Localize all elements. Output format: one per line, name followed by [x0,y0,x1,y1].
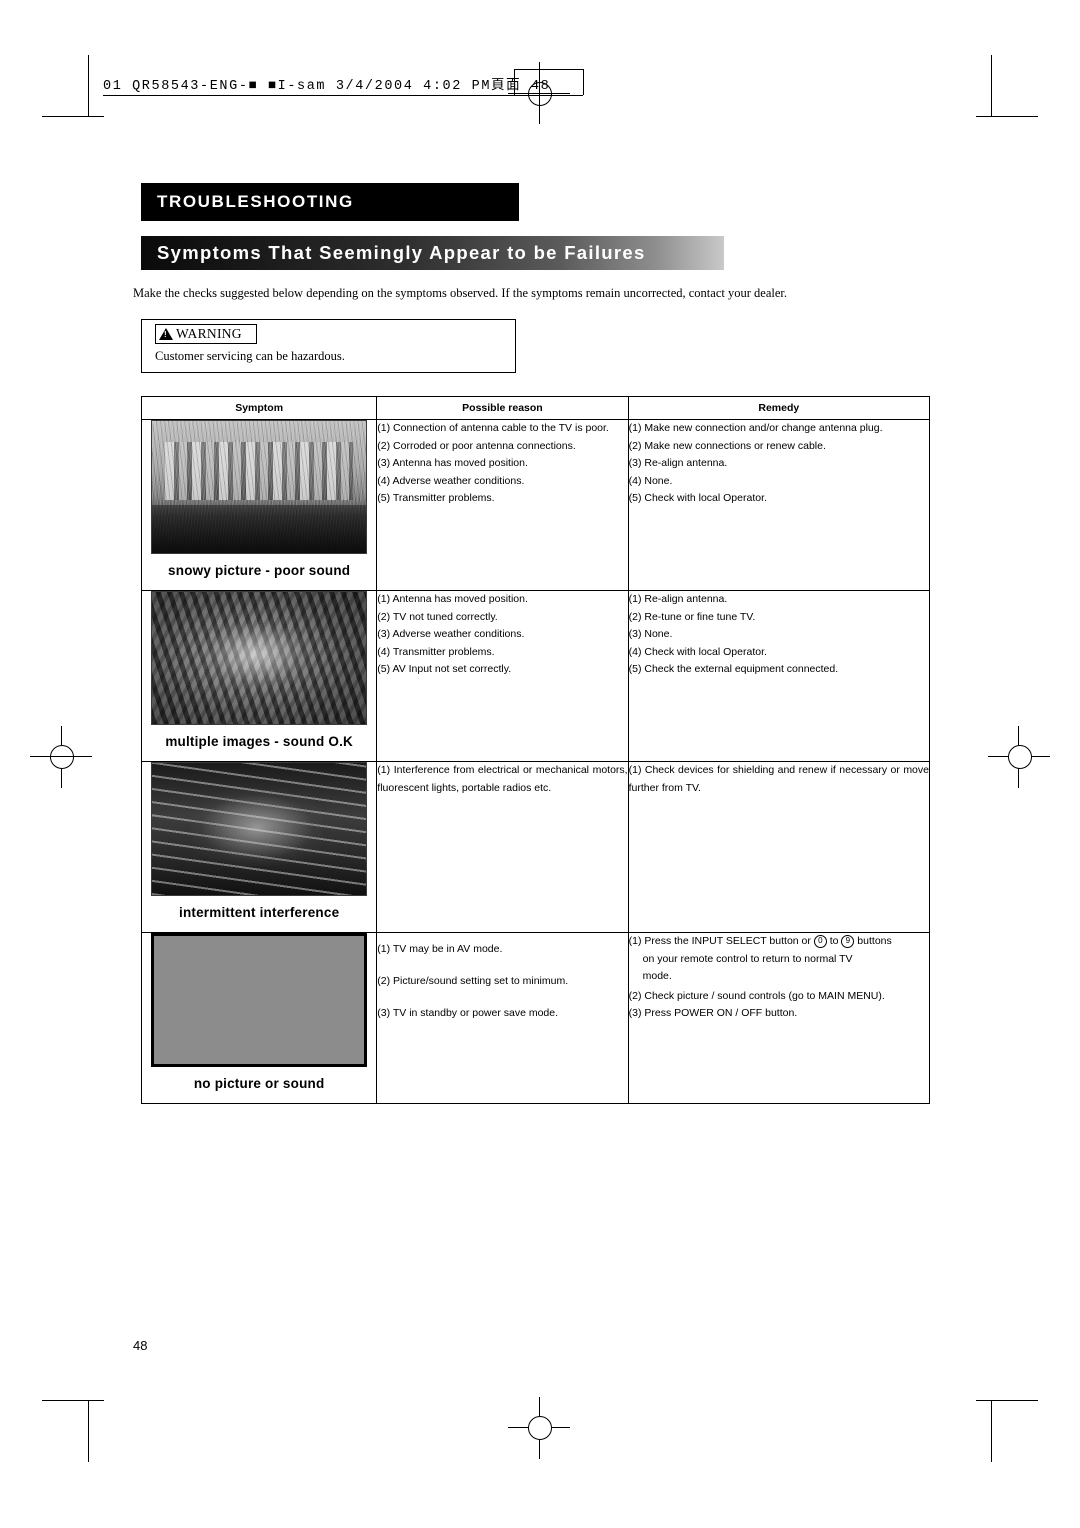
symptom-caption: multiple images - sound O.K [165,734,353,749]
symptom-cell: no picture or sound [140,932,378,1104]
remedy-item: (4) None. [628,474,673,487]
remedy-item: (2) Make new connections or renew cable. [628,439,826,452]
remedy-item: (1) Re-align antenna. [628,593,728,605]
table-header-row: Symptom Possible reason Remedy [140,396,931,420]
page-number: 48 [133,1338,148,1353]
reason-item: (5) AV Input not set correctly. [377,663,512,675]
reason-item: (1) Interference from electrical or mech… [377,764,628,794]
remedy-item: (5) Check with local Operator. [628,492,767,504]
reason-item: (2) TV not tuned correctly. [377,610,498,623]
warning-label: WARNING [155,324,257,344]
remedy-cell: (1) Make new connection and/or change an… [627,419,931,591]
possible-reason-cell: (1) Connection of antenna cable to the T… [376,419,629,591]
column-header-possible-reason: Possible reason [376,396,629,420]
crop-mark-bottom-left-horizontal [42,1400,104,1401]
reason-item: (5) Transmitter problems. [377,492,495,504]
registration-left-circle [50,745,74,769]
remedy-item: (1) Check devices for shielding and rene… [628,764,929,794]
crop-mark-bottom-right-horizontal [976,1400,1038,1401]
remedy-cell: (1) Re-align antenna. (2) Re-tune or fin… [627,590,931,762]
troubleshooting-table: Symptom Possible reason Remedy snowy pic… [140,396,931,1104]
table-row: snowy picture - poor sound (1) Connectio… [140,419,931,591]
possible-reason-cell: (1) TV may be in AV mode. (2) Picture/so… [376,932,629,1104]
digit-zero-icon: 0 [813,935,827,948]
registration-right-circle [1008,745,1032,769]
reason-item: (4) Adverse weather conditions. [377,474,525,487]
remedy-text-post: buttons [854,935,892,947]
warning-text: Customer servicing can be hazardous. [155,349,345,363]
page-title: TROUBLESHOOTING [141,183,519,221]
digit-nine-icon: 9 [841,935,855,948]
no-picture-thumbnail [151,933,368,1067]
reason-item: (1) Connection of antenna cable to the T… [377,422,609,434]
symptom-caption: no picture or sound [193,1076,325,1091]
remedy-text-pre: (1) Press the INPUT SELECT button or [628,935,814,947]
remedy-cell: (1) Check devices for shielding and rene… [627,761,931,933]
multiple-images-thumbnail [151,591,368,725]
reason-item: (3) Antenna has moved position. [377,457,528,469]
remedy-item: (5) Check the external equipment connect… [628,663,839,675]
warning-label-text: WARNING [176,326,242,341]
reason-item: (2) Picture/sound setting set to minimum… [377,975,569,987]
crop-mark-top-right-horizontal [976,116,1038,117]
symptom-cell: snowy picture - poor sound [140,419,378,591]
crop-mark-bottom-right-vertical [991,1400,992,1462]
symptom-caption: intermittent interference [179,905,340,920]
table-row: intermittent interference (1) Interferen… [140,761,931,933]
symptom-cell: multiple images - sound O.K [140,590,378,762]
intro-text: Make the checks suggested below dependin… [133,286,787,300]
reason-item: (4) Transmitter problems. [377,645,495,658]
remedy-item: (3) None. [628,628,673,640]
reason-item: (1) TV may be in AV mode. [377,943,503,955]
header-rule [103,95,583,96]
symptom-caption: snowy picture - poor sound [168,563,351,578]
crop-mark-top-right-vertical [991,55,992,117]
crop-mark-bottom-left-vertical [88,1400,89,1462]
warning-triangle-icon [159,328,173,340]
crop-mark-top-left-vertical [88,55,89,117]
remedy-item: (1) Make new connection and/or change an… [628,422,883,434]
column-header-symptom: Symptom [140,396,378,420]
remedy-text-mid: to [826,935,842,947]
remedy-item: (2) Re-tune or fine tune TV. [628,610,756,623]
page-subtitle: Symptoms That Seemingly Appear to be Fai… [141,236,724,270]
symptom-cell: intermittent interference [140,761,378,933]
remedy-cell: (1) Press the INPUT SELECT button or 0 t… [627,932,931,1104]
registration-left-hline2 [30,756,92,757]
remedy-text-line2: on your remote control to return to norm… [642,952,853,965]
remedy-item-with-buttons: (1) Press the INPUT SELECT button or 0 t… [629,933,929,951]
remedy-text-line3: mode. [642,970,672,982]
remedy-item: (3) Re-align antenna. [628,457,728,469]
snowy-picture-thumbnail [151,420,368,554]
table-row: multiple images - sound O.K (1) Antenna … [140,590,931,762]
reason-item: (2) Corroded or poor antenna connections… [377,439,576,452]
reason-item: (3) TV in standby or power save mode. [377,1007,559,1019]
possible-reason-cell: (1) Interference from electrical or mech… [376,761,629,933]
column-header-remedy: Remedy [627,396,931,420]
remedy-item: (4) Check with local Operator. [628,645,767,658]
intermittent-interference-thumbnail [151,762,368,896]
reason-item: (3) Adverse weather conditions. [377,628,525,640]
header-file-line: 01 QR58543-ENG-■ ■I-sam 3/4/2004 4:02 PM… [103,79,551,94]
table-row: no picture or sound (1) TV may be in AV … [140,932,931,1104]
reason-item: (1) Antenna has moved position. [377,593,528,605]
registration-bottom-circle [528,1416,552,1440]
crop-mark-top-left-horizontal [42,116,104,117]
possible-reason-cell: (1) Antenna has moved position. (2) TV n… [376,590,629,762]
remedy-item: (3) Press POWER ON / OFF button. [628,1007,798,1019]
remedy-item: (2) Check picture / sound controls (go t… [628,989,885,1002]
